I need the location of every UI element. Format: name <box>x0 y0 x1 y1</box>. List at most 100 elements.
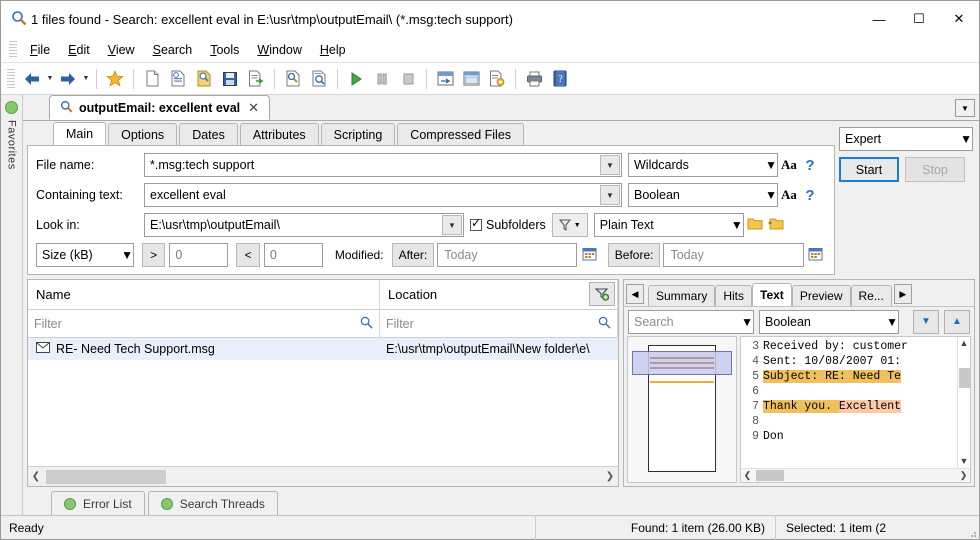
favorites-star-icon[interactable] <box>102 66 128 92</box>
layout-icon[interactable] <box>432 66 458 92</box>
chevron-down-icon[interactable]: ▼ <box>741 315 753 329</box>
forward-icon[interactable] <box>55 66 81 92</box>
tab-main[interactable]: Main <box>53 122 107 145</box>
funnel-icon[interactable]: ▼ <box>551 213 588 237</box>
print-icon[interactable] <box>521 66 547 92</box>
result-name-cell[interactable]: RE- Need Tech Support.msg <box>28 342 380 356</box>
calendar-icon[interactable] <box>577 246 601 265</box>
size-min-input[interactable]: 0 <box>169 243 229 267</box>
folder-icon[interactable] <box>744 217 766 234</box>
tab-dates[interactable]: Dates <box>179 123 238 145</box>
maximize-button[interactable]: ☐ <box>899 1 939 37</box>
scroll-thumb[interactable] <box>958 368 970 388</box>
resize-grip-icon[interactable] <box>965 516 979 540</box>
modified-after-button[interactable]: After: <box>391 243 435 267</box>
load-criteria-icon[interactable] <box>191 66 217 92</box>
help-book-icon[interactable]: ? <box>547 66 573 92</box>
column-header-location[interactable]: Location <box>380 280 618 309</box>
scroll-right-icon[interactable]: ❯ <box>602 471 618 482</box>
look-in-input-wrap[interactable]: ▼ <box>144 213 464 237</box>
tab-options[interactable]: Options <box>108 123 178 145</box>
size-unit-select[interactable]: Size (kB) ▼ <box>36 243 134 267</box>
document-thumbnail[interactable] <box>627 336 737 483</box>
scroll-down-icon[interactable]: ▼ <box>960 455 969 468</box>
folder-link-icon[interactable] <box>766 217 786 234</box>
containing-text-help-button[interactable]: ? <box>800 187 820 204</box>
file-name-case-button[interactable]: Aa <box>778 157 800 173</box>
search-icon[interactable] <box>360 316 373 332</box>
toolbar-grip[interactable] <box>7 68 15 89</box>
mode-select[interactable]: Expert ▼ <box>839 127 973 151</box>
text-content[interactable]: Received by: customer Sent: 10/08/2007 0… <box>763 337 957 468</box>
chevron-down-icon[interactable]: ▼ <box>765 188 777 202</box>
tab-attributes[interactable]: Attributes <box>239 123 319 145</box>
favorites-sidebar[interactable]: Favorites <box>1 95 23 515</box>
look-in-input[interactable] <box>145 214 441 236</box>
pause-search-icon[interactable] <box>369 66 395 92</box>
result-location-cell[interactable]: E:\usr\tmp\outputEmail\New folder\e\ <box>380 342 618 356</box>
start-button[interactable]: Start <box>839 157 899 182</box>
scroll-left-icon[interactable]: ❮ <box>741 470 754 481</box>
preview-search-input-wrap[interactable]: Search ▼ <box>628 309 754 334</box>
scroll-thumb[interactable] <box>756 470 784 481</box>
back-dropdown-caret[interactable]: ▼ <box>45 66 55 92</box>
save-icon[interactable] <box>217 66 243 92</box>
prev-hit-up-icon[interactable]: ▲ <box>944 309 970 334</box>
file-name-input[interactable] <box>145 154 599 176</box>
filter-name-cell[interactable]: Filter <box>28 310 380 337</box>
results-horizontal-scrollbar[interactable]: ❮ ❯ <box>28 466 618 486</box>
menu-view[interactable]: View <box>99 40 144 60</box>
chevron-down-icon[interactable]: ▼ <box>955 99 975 117</box>
document-tab-outputemail[interactable]: outputEmail: excellent eval ✕ <box>49 95 271 120</box>
containing-text-case-button[interactable]: Aa <box>778 187 800 203</box>
file-name-mode-select[interactable]: Wildcards ▼ <box>628 153 778 177</box>
modified-after-input[interactable]: Today <box>437 243 578 267</box>
text-horizontal-scrollbar[interactable]: ❮ ❯ <box>741 468 970 482</box>
scroll-up-icon[interactable]: ▲ <box>960 337 969 350</box>
chevron-down-icon[interactable]: ▼ <box>886 315 898 329</box>
preview-search-input[interactable]: Search <box>629 315 741 329</box>
scroll-track[interactable] <box>958 350 970 455</box>
open-search-icon[interactable] <box>165 66 191 92</box>
minimize-button[interactable]: — <box>859 1 899 37</box>
find-in-results-icon[interactable] <box>306 66 332 92</box>
chevron-down-icon[interactable]: ▼ <box>121 248 133 262</box>
size-less-than-button[interactable]: < <box>236 243 260 267</box>
tab-scripting[interactable]: Scripting <box>320 123 396 145</box>
table-row[interactable]: RE- Need Tech Support.msg E:\usr\tmp\out… <box>28 338 618 360</box>
forward-dropdown-caret[interactable]: ▼ <box>81 66 91 92</box>
menu-tools[interactable]: Tools <box>201 40 248 60</box>
menu-window[interactable]: Window <box>248 40 310 60</box>
filter-location-input[interactable]: Filter <box>386 317 598 331</box>
start-search-icon[interactable] <box>343 66 369 92</box>
scroll-thumb[interactable] <box>46 469 166 484</box>
chevron-down-icon[interactable]: ▼ <box>960 132 972 146</box>
tab-summary[interactable]: Summary <box>648 285 716 306</box>
preview-tabs-next-icon[interactable]: ▶ <box>893 284 912 304</box>
modified-before-button[interactable]: Before: <box>607 243 661 267</box>
text-vertical-scrollbar[interactable]: ▲ ▼ <box>957 337 970 468</box>
options-icon[interactable] <box>484 66 510 92</box>
column-header-name[interactable]: Name <box>28 280 380 309</box>
containing-text-input-wrap[interactable]: ▼ <box>144 183 622 207</box>
close-icon[interactable]: ✕ <box>246 100 261 116</box>
stop-search-icon[interactable] <box>395 66 421 92</box>
search-icon[interactable] <box>598 316 611 332</box>
scroll-right-icon[interactable]: ❯ <box>957 470 970 481</box>
tab-compressed-files[interactable]: Compressed Files <box>397 123 525 145</box>
filter-name-input[interactable]: Filter <box>34 317 360 331</box>
add-filter-icon[interactable] <box>589 282 615 306</box>
chevron-down-icon[interactable]: ▼ <box>442 215 462 235</box>
containing-text-input[interactable] <box>145 184 599 206</box>
menu-search[interactable]: Search <box>144 40 202 60</box>
menu-help[interactable]: Help <box>311 40 355 60</box>
menu-grip[interactable] <box>9 40 17 59</box>
close-button[interactable]: ✕ <box>939 1 979 37</box>
subfolders-checkbox[interactable]: Subfolders <box>470 216 546 232</box>
file-name-input-wrap[interactable]: ▼ <box>144 153 622 177</box>
tab-reports[interactable]: Re... <box>850 285 892 306</box>
next-hit-down-icon[interactable]: ▼ <box>913 309 939 334</box>
tab-text[interactable]: Text <box>752 283 792 306</box>
new-search-icon[interactable] <box>139 66 165 92</box>
text-format-select[interactable]: Plain Text ▼ <box>593 213 744 237</box>
